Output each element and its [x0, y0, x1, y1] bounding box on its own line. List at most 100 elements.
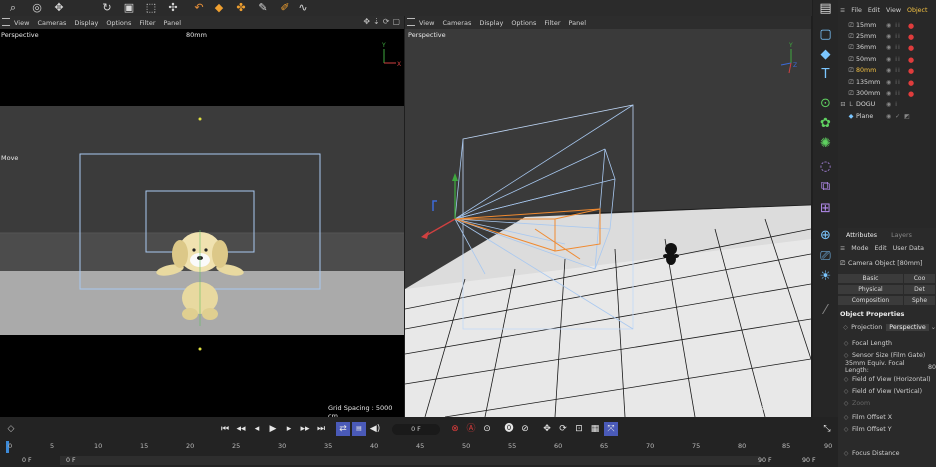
property-focal-length[interactable]: ◇ Focal Length [838, 337, 936, 349]
menu-options[interactable]: Options [511, 19, 536, 27]
previous-frame-icon[interactable]: ◂ [250, 422, 264, 436]
menu-cameras[interactable]: Cameras [442, 19, 471, 27]
visibility-icon[interactable]: ● [908, 90, 914, 98]
menu-view[interactable]: View [419, 19, 434, 27]
text-icon[interactable]: T [816, 66, 835, 83]
field-icon[interactable]: ⊞ [816, 200, 835, 217]
max-frame[interactable]: 90 F [802, 457, 816, 464]
subtab-basic[interactable]: Basic [838, 274, 904, 283]
axis-icon[interactable]: ✣ [166, 1, 180, 14]
loop-icon[interactable]: ⇄ [336, 422, 350, 436]
pan-icon[interactable]: ✥ [363, 17, 370, 26]
keyframe-diamond-icon[interactable]: ◇ [840, 414, 852, 421]
start-frame[interactable]: 0 F [66, 457, 76, 464]
tab-attributes[interactable]: Attributes [846, 232, 877, 242]
keyframe-diamond-icon[interactable]: ◇ [840, 426, 852, 433]
object-row-36mm[interactable]: ⎚ 36mm ◉ ⁞⁞ ● [838, 42, 936, 53]
menu-panel[interactable]: Panel [164, 19, 182, 27]
rotation-key-icon[interactable]: ⟳ [556, 422, 570, 436]
pla-key-icon[interactable]: ⤧ [604, 422, 618, 436]
hamburger-icon[interactable] [2, 18, 10, 26]
move-tool-icon[interactable]: ✥ [52, 1, 66, 14]
auto-key-icon[interactable]: Ⓐ [464, 422, 478, 436]
visibility-icon[interactable]: ● [908, 44, 914, 52]
square-primitive-icon[interactable]: ▢ [816, 26, 835, 43]
layout-icon[interactable]: ▤ [816, 0, 835, 17]
menu-cameras[interactable]: Cameras [37, 19, 66, 27]
visibility-icon[interactable]: ● [908, 79, 914, 87]
subtab-composition[interactable]: Composition [838, 296, 904, 305]
object-row-135mm[interactable]: ⎚ 135mm ◉ ⁞⁞ ● [838, 77, 936, 88]
hamburger-icon[interactable] [407, 18, 415, 26]
play-icon[interactable]: ▶ [266, 422, 280, 436]
object-row-15mm[interactable]: ⎚ 15mm ◉ ⁞⁞ ● [838, 20, 936, 31]
menu-display[interactable]: Display [74, 19, 98, 27]
sound-icon[interactable]: ◀) [368, 422, 382, 436]
live-selection-icon[interactable]: ◎ [30, 1, 44, 14]
scale-key-icon[interactable]: ⊡ [572, 422, 586, 436]
subtab-details[interactable]: Det [904, 285, 936, 294]
visibility-icon[interactable]: ● [908, 67, 914, 75]
viewport-left[interactable]: View Cameras Display Options Filter Pane… [0, 16, 404, 417]
property-film-offset-y[interactable]: ◇ Film Offset Y [838, 423, 936, 435]
render-settings-icon[interactable]: ✤ [234, 1, 248, 14]
menu-options[interactable]: Options [106, 19, 131, 27]
cloner-icon[interactable]: ✿ [816, 115, 835, 132]
visibility-icon[interactable]: ● [908, 33, 914, 41]
deformer-icon[interactable]: ◌ [816, 158, 835, 175]
current-frame[interactable]: 0 F [22, 457, 32, 464]
next-key-icon[interactable]: ▸▸ [298, 422, 312, 436]
rotate-tool-icon[interactable]: ↻ [100, 1, 114, 14]
menu-file[interactable]: File [851, 7, 862, 14]
object-row-50mm[interactable]: ⎚ 50mm ◉ ⁞⁞ ● [838, 54, 936, 65]
chevron-down-icon[interactable]: ⌄ [931, 324, 936, 331]
subtab-physical[interactable]: Physical [838, 285, 904, 294]
object-row-dogu[interactable]: ⊟ L DOGU ◉ ⁞ [838, 99, 936, 110]
position-key-icon[interactable]: ✥ [540, 422, 554, 436]
projection-select[interactable]: Perspective [886, 323, 929, 331]
menu-filter[interactable]: Filter [544, 19, 560, 27]
object-row-300mm[interactable]: ⎚ 300mm ◉ ⁞⁞ ● [838, 88, 936, 99]
property-fov-horizontal[interactable]: ◇ Field of View (Horizontal) [838, 373, 936, 385]
object-row-plane[interactable]: ◆ Plane ◉ ✓ ◩ [838, 111, 936, 122]
tab-layers[interactable]: Layers [891, 232, 912, 242]
frame-field[interactable]: 0 F [392, 424, 440, 435]
orbit-icon[interactable]: ⟳ [383, 17, 390, 26]
menu-filter[interactable]: Filter [139, 19, 155, 27]
keyframe-diamond-icon[interactable]: ◇ [840, 376, 852, 383]
zoom-icon[interactable]: ⇣ [373, 17, 380, 26]
environment-icon[interactable]: ⊕ [816, 227, 835, 244]
cube-icon[interactable]: ◆ [816, 46, 835, 63]
go-to-start-icon[interactable]: ⏮ [218, 422, 232, 436]
undo-icon[interactable]: ↶ [192, 1, 206, 14]
search-icon[interactable]: ⌕ [6, 1, 20, 14]
visibility-icon[interactable]: ● [908, 56, 914, 64]
record-icon[interactable]: ⊗ [448, 422, 462, 436]
keyframe-diamond-icon[interactable]: ◇ [840, 388, 852, 395]
scale-tool-icon[interactable]: ▣ [122, 1, 136, 14]
hamburger-icon[interactable]: ≡ [840, 245, 845, 255]
pencil-icon[interactable]: ⁄ [816, 302, 835, 319]
hamburger-icon[interactable]: ≡ [840, 7, 845, 14]
property-focus-distance[interactable]: ◇ Focus Distance [838, 447, 936, 459]
viewport-right[interactable]: View Cameras Display Options Filter Pane… [405, 16, 811, 417]
property-fov-vertical[interactable]: ◇ Field of View (Vertical) [838, 385, 936, 397]
fps-icon[interactable]: ▤ [352, 422, 366, 436]
light-icon[interactable]: ☀ [816, 268, 835, 285]
keyframe-diamond-icon[interactable]: ◇ [840, 450, 852, 457]
menu-mode[interactable]: Mode [851, 245, 868, 255]
brush-icon[interactable]: ✎ [256, 1, 270, 14]
next-frame-icon[interactable]: ▸ [282, 422, 296, 436]
menu-view[interactable]: View [886, 7, 901, 14]
menu-edit[interactable]: Edit [868, 7, 880, 14]
pen-icon[interactable]: ✐ [278, 1, 292, 14]
key-selection-icon[interactable]: ⊙ [480, 422, 494, 436]
keyframe-mode-icon[interactable]: ◇ [4, 422, 18, 436]
property-film-offset-x[interactable]: ◇ Film Offset X [838, 411, 936, 423]
subtab-spherical[interactable]: Sphe [904, 296, 936, 305]
menu-user-data[interactable]: User Data [893, 245, 924, 255]
spline-icon[interactable]: ∿ [296, 1, 310, 14]
visibility-icon[interactable]: ● [908, 22, 914, 30]
maximize-icon[interactable]: ▢ [392, 17, 400, 26]
keyframe-diamond-icon[interactable]: ◇ [840, 352, 852, 359]
